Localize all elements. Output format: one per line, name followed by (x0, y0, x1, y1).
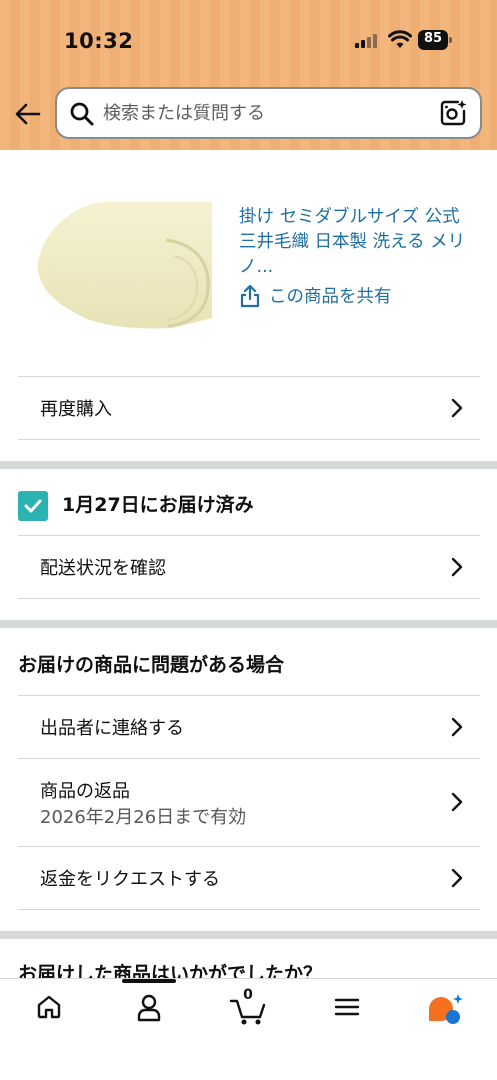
home-icon (37, 995, 61, 1019)
camera-lens-icon[interactable] (440, 99, 468, 127)
track-package-row[interactable]: 配送状況を確認 (18, 535, 480, 598)
contact-seller-label: 出品者に連絡する (40, 718, 184, 739)
section-separator (0, 461, 497, 469)
return-item-label: 商品の返品 (40, 781, 130, 802)
section-separator (0, 931, 497, 939)
section-separator (0, 620, 497, 628)
chevron-right-icon (451, 868, 463, 888)
share-icon (240, 284, 260, 307)
share-product-link[interactable]: この商品を共有 (239, 283, 392, 308)
return-item-row[interactable]: 商品の返品 2026年2月26日まで有効 (18, 758, 480, 846)
nav-cart[interactable]: 0 (223, 987, 273, 1029)
search-bar[interactable] (55, 87, 482, 139)
cart-count: 0 (243, 987, 253, 1003)
search-icon (70, 102, 94, 126)
person-icon (137, 994, 161, 1022)
product-title-link[interactable]: 掛け セミダブルサイズ 公式 三井毛織 日本製 洗える メリノ... (239, 205, 479, 280)
nav-home[interactable] (24, 993, 74, 1029)
product-image[interactable] (34, 200, 212, 330)
rufus-assistant-icon (429, 994, 463, 1024)
divider (18, 598, 480, 599)
delivery-status: 1月27日にお届け済み (62, 494, 254, 516)
battery-icon: 85 (418, 30, 452, 50)
search-input[interactable] (103, 89, 423, 137)
checkmark-icon (18, 491, 48, 521)
chevron-right-icon (451, 557, 463, 577)
divider (18, 909, 480, 910)
chevron-right-icon (451, 398, 463, 418)
track-package-label: 配送状況を確認 (40, 558, 166, 579)
chevron-right-icon (451, 792, 463, 812)
nav-rufus[interactable] (420, 993, 470, 1029)
menu-icon (334, 998, 360, 1016)
wifi-icon (388, 30, 412, 48)
bottom-navigation: 0 (0, 978, 497, 1080)
nav-menu[interactable] (322, 993, 372, 1029)
buy-again-label: 再度購入 (40, 399, 112, 420)
request-refund-label: 返金をリクエストする (40, 869, 220, 890)
return-deadline: 2026年2月26日まで有効 (40, 807, 247, 828)
battery-level: 85 (423, 31, 443, 46)
contact-seller-row[interactable]: 出品者に連絡する (18, 695, 480, 758)
buy-again-row[interactable]: 再度購入 (18, 376, 480, 439)
status-time: 10:32 (64, 29, 134, 53)
divider (18, 439, 480, 440)
product-summary: 掛け セミダブルサイズ 公式 三井毛織 日本製 洗える メリノ... この商品を… (0, 150, 497, 376)
app-header: 10:32 85 (0, 0, 497, 150)
back-arrow-icon[interactable] (12, 98, 44, 130)
signal-icon (355, 34, 381, 48)
chevron-right-icon (451, 717, 463, 737)
share-label: この商品を共有 (269, 287, 392, 307)
request-refund-row[interactable]: 返金をリクエストする (18, 846, 480, 909)
active-tab-indicator (122, 979, 176, 983)
nav-account[interactable] (124, 993, 174, 1029)
problem-section-title: お届けの商品に問題がある場合 (18, 654, 285, 676)
